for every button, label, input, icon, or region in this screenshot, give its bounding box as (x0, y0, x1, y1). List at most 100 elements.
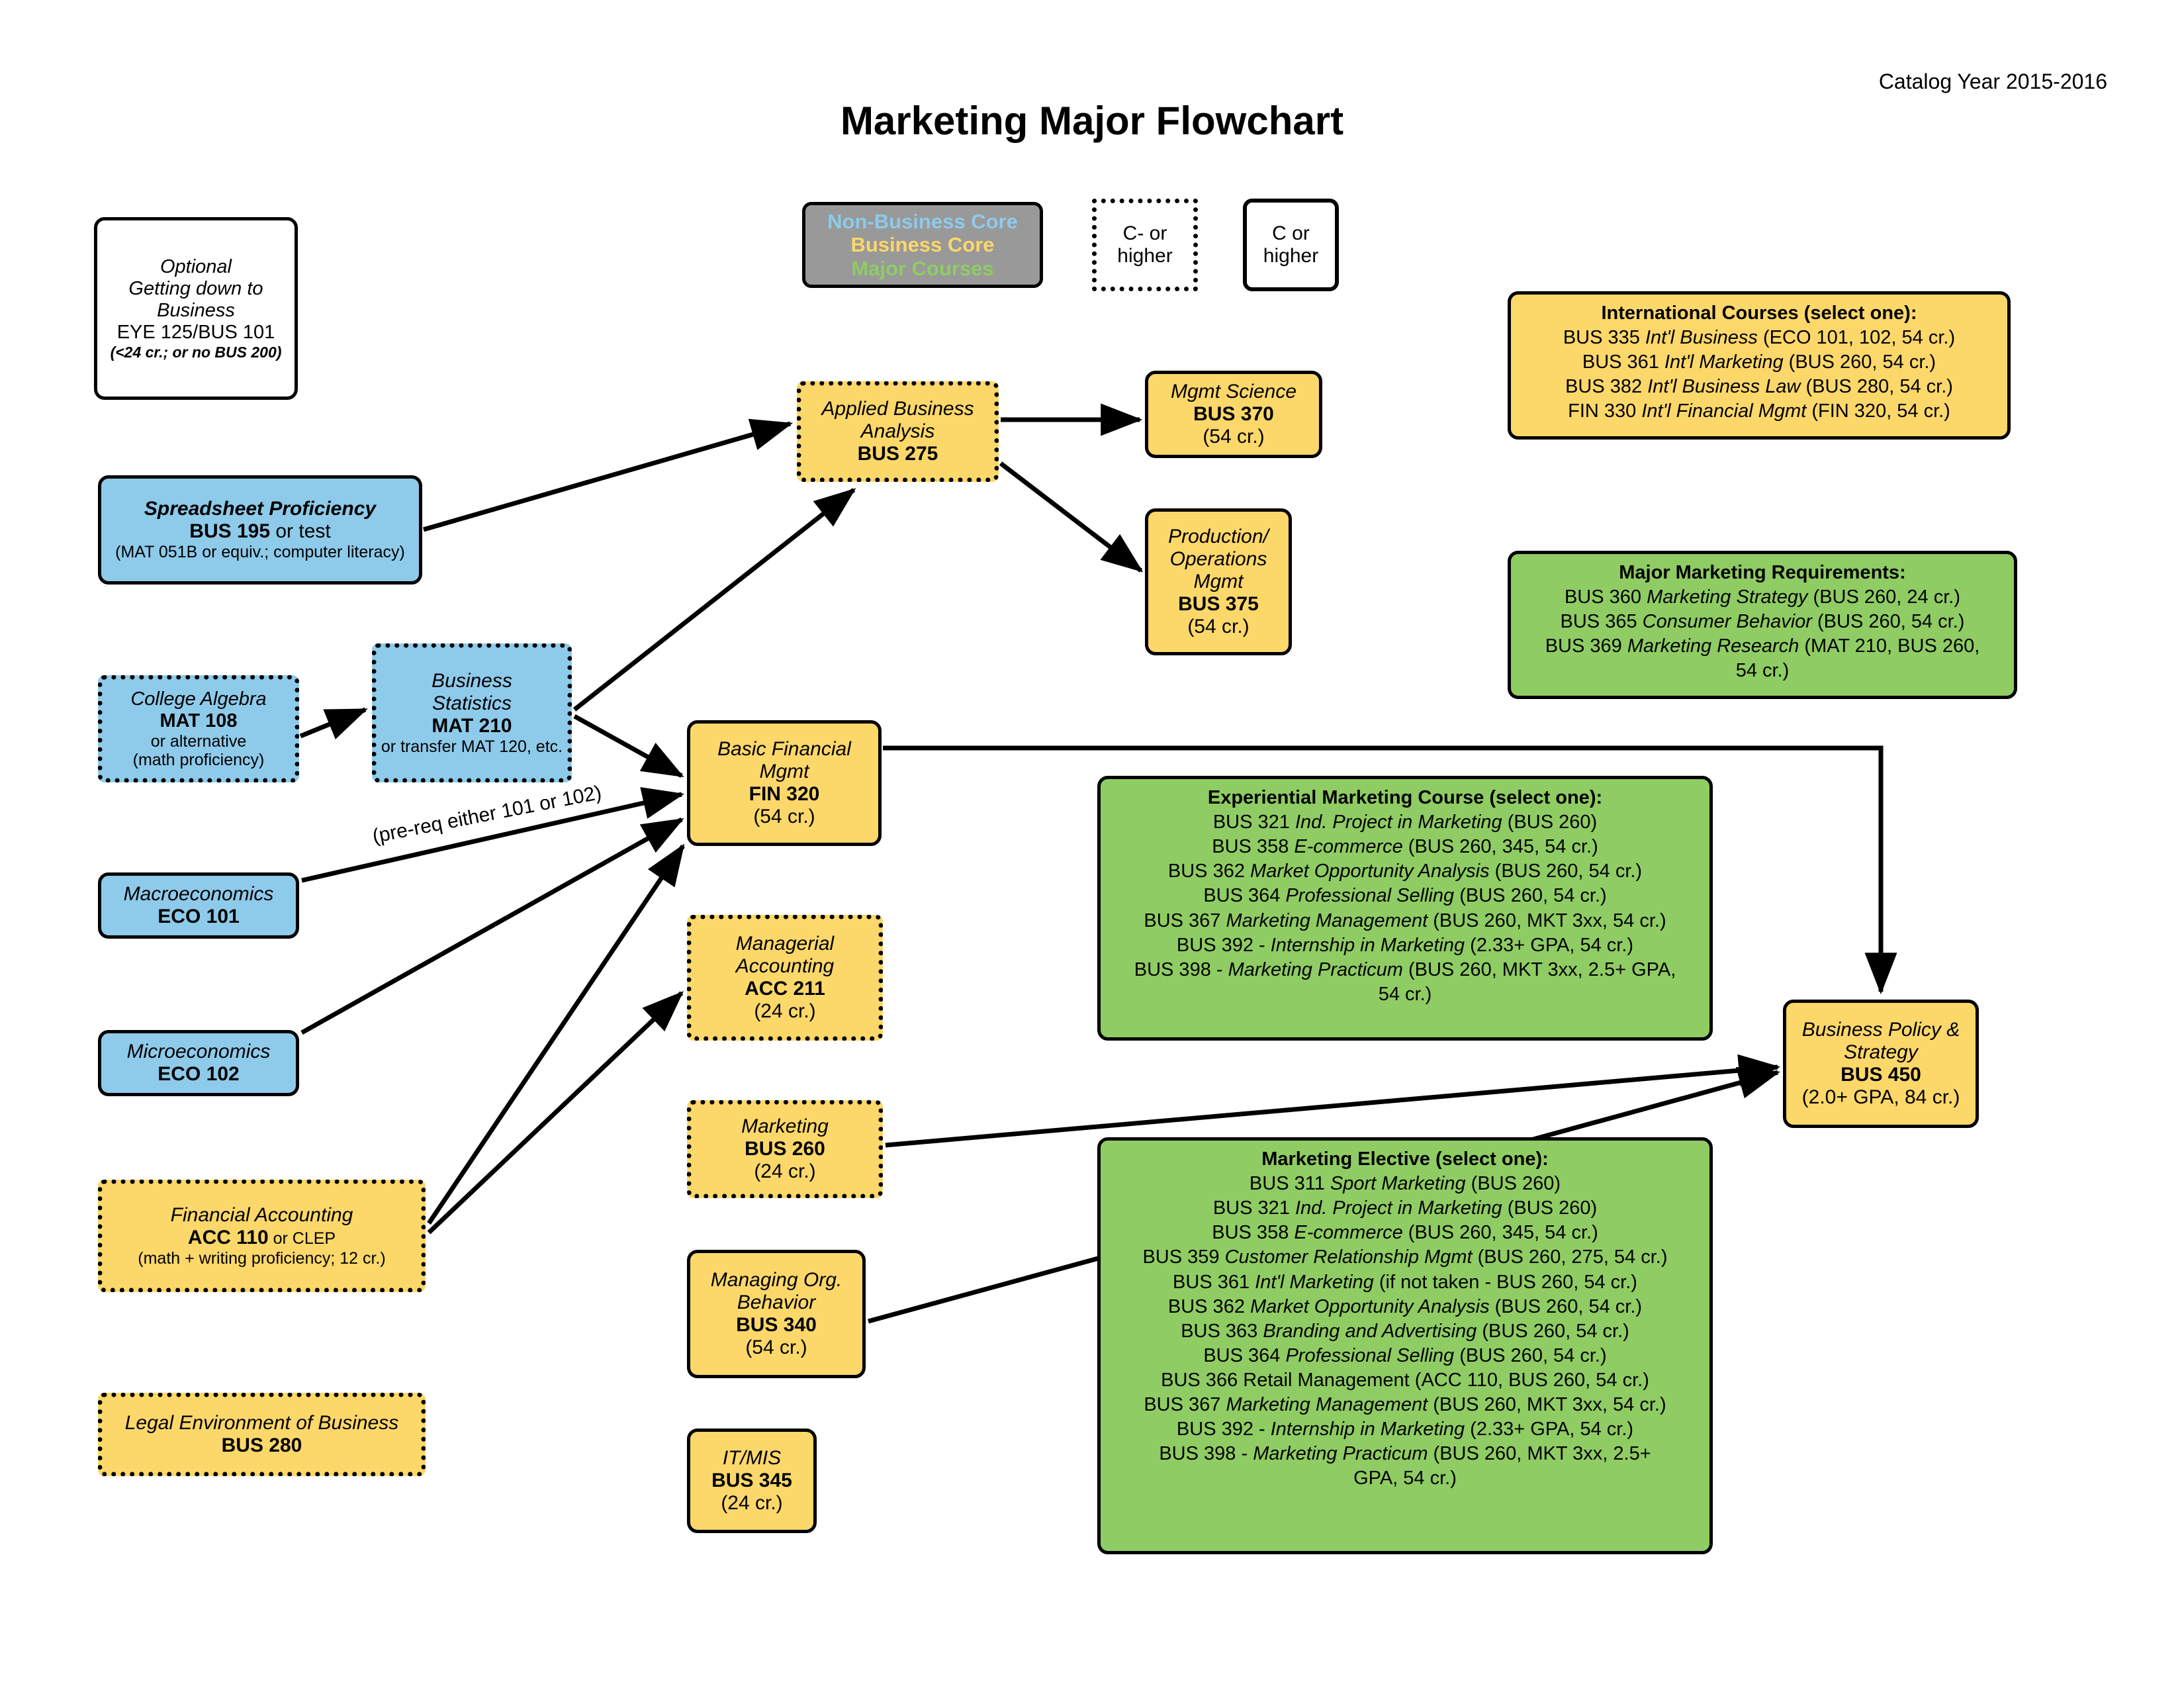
bus370-credits: (54 cr.) (1203, 425, 1265, 447)
bus275-code: BUS 275 (857, 442, 938, 465)
mat108-code: MAT 108 (159, 710, 238, 731)
bus345-code: BUS 345 (711, 1470, 792, 1492)
bus375-code: BUS 375 (1178, 592, 1259, 615)
node-marketing-elective[interactable]: Marketing Elective (select one): BUS 311… (1097, 1137, 1713, 1554)
edge-mat210-to-bus275 (572, 488, 856, 712)
course-row: BUS 392 - Internship in Marketing (2.33+… (1134, 933, 1676, 958)
fin320-title-line2: Mgmt (759, 761, 809, 783)
node-eco101-macroeconomics[interactable]: Macroeconomics ECO 101 (98, 872, 299, 939)
course-name: Sport Marketing (1330, 1173, 1466, 1195)
edge-mat210-to-fin320 (573, 714, 684, 778)
catalog-year-label: Catalog Year 2015-2016 (1878, 70, 2107, 93)
node-mat210-business-statistics[interactable]: Business Statistics MAT 210 or transfer … (372, 643, 572, 782)
course-row: BUS 335 Int'l Business (ECO 101, 102, 54… (1563, 326, 1955, 350)
bus370-code: BUS 370 (1193, 403, 1274, 426)
optional-note: (<24 cr.; or no BUS 200) (110, 343, 282, 361)
course-prereqs: (ACC 110, BUS 260, 54 cr.) (1409, 1369, 1649, 1391)
course-prereqs: (BUS 260, 24 cr.) (1807, 586, 1960, 608)
course-row: BUS 361 Int'l Marketing (BUS 260, 54 cr.… (1563, 350, 1955, 375)
course-name: E-commerce (1294, 1222, 1403, 1244)
course-row: BUS 358 E-commerce (BUS 260, 345, 54 cr.… (1142, 1221, 1667, 1245)
course-code: BUS 365 (1560, 611, 1643, 633)
elective-heading: Marketing Elective (select one): (1261, 1149, 1549, 1170)
course-prereqs: 54 cr.) (1735, 660, 1790, 682)
course-row: BUS 366 Retail Management (ACC 110, BUS … (1142, 1368, 1667, 1393)
bus450-title-line1: Business Policy & (1801, 1019, 1960, 1041)
node-optional-eye125-bus101[interactable]: Optional Getting down to Business EYE 12… (94, 217, 298, 400)
edge-label-prereq-101-or-102: (pre-req either 101 or 102) (371, 781, 604, 848)
optional-line1: Optional (159, 256, 232, 278)
node-bus195-spreadsheet-proficiency[interactable]: Spreadsheet Proficiency BUS 195 or test … (98, 475, 422, 585)
course-row: BUS 363 Branding and Advertising (BUS 26… (1142, 1319, 1667, 1344)
legend-color-key: Non-Business Core Business Core Major Co… (802, 202, 1043, 288)
node-acc110-financial-accounting[interactable]: Financial Accounting ACC 110 or CLEP (ma… (98, 1180, 426, 1292)
course-prereqs: (BUS 260, MKT 3xx, 54 cr.) (1428, 1394, 1666, 1416)
course-prereqs: (BUS 260, 275, 54 cr.) (1472, 1246, 1668, 1268)
experiential-course-list: BUS 321 Ind. Project in Marketing (BUS 2… (1134, 810, 1676, 1007)
course-code: BUS 363 (1181, 1320, 1263, 1342)
course-row: BUS 365 Consumer Behavior (BUS 260, 54 c… (1545, 610, 1980, 634)
bus280-title: Legal Environment of Business (124, 1412, 399, 1434)
legend-c-line1: C or (1272, 222, 1310, 245)
node-bus260-marketing[interactable]: Marketing BUS 260 (24 cr.) (687, 1100, 883, 1198)
bus195-code: BUS 195 (189, 520, 271, 543)
node-bus375-production-operations-mgmt[interactable]: Production/ Operations Mgmt BUS 375 (54 … (1145, 508, 1292, 655)
course-name: Int'l Marketing (1664, 352, 1784, 373)
node-major-marketing-requirements[interactable]: Major Marketing Requirements: BUS 360 Ma… (1508, 551, 2017, 699)
node-eco102-microeconomics[interactable]: Microeconomics ECO 102 (98, 1030, 299, 1096)
eco101-title: Macroeconomics (123, 883, 274, 906)
legend-c-or-higher: C or higher (1243, 199, 1339, 291)
course-row: BUS 361 Int'l Marketing (if not taken - … (1142, 1270, 1667, 1295)
bus280-code: BUS 280 (221, 1434, 302, 1456)
course-prereqs: (ECO 101, 102, 54 cr.) (1757, 327, 1956, 349)
mat210-title-line2: Statistics (432, 692, 512, 714)
optional-line2: Getting down to (128, 278, 263, 300)
node-fin320-basic-financial-mgmt[interactable]: Basic Financial Mgmt FIN 320 (54 cr.) (687, 720, 882, 846)
fin320-credits: (54 cr.) (753, 805, 815, 827)
fin320-title-line1: Basic Financial (717, 738, 851, 761)
legend-c-line2: higher (1263, 245, 1319, 267)
course-code: BUS 392 - (1176, 934, 1271, 956)
course-code: BUS 367 (1144, 910, 1226, 931)
course-code: BUS 362 (1167, 861, 1251, 882)
bus340-credits: (54 cr.) (745, 1336, 807, 1358)
course-row: BUS 398 - Marketing Practicum (BUS 260, … (1142, 1442, 1667, 1466)
course-row: BUS 367 Marketing Management (BUS 260, M… (1142, 1393, 1667, 1417)
node-international-courses[interactable]: International Courses (select one): BUS … (1508, 291, 2011, 440)
page-title: Marketing Major Flowchart (840, 99, 1344, 143)
node-bus370-mgmt-science[interactable]: Mgmt Science BUS 370 (54 cr.) (1145, 371, 1322, 458)
course-row: BUS 362 Market Opportunity Analysis (BUS… (1134, 859, 1676, 884)
node-bus345-it-mis[interactable]: IT/MIS BUS 345 (24 cr.) (687, 1429, 817, 1533)
bus345-credits: (24 cr.) (721, 1491, 783, 1514)
course-code: BUS 358 (1212, 1222, 1295, 1244)
node-bus280-legal-environment[interactable]: Legal Environment of Business BUS 280 (98, 1393, 426, 1476)
course-name: Marketing Research (1627, 635, 1799, 657)
legend-c-minus-line1: C- or (1122, 222, 1167, 245)
node-experiential-marketing-course[interactable]: Experiential Marketing Course (select on… (1097, 776, 1713, 1041)
course-row: BUS 364 Professional Selling (BUS 260, 5… (1142, 1344, 1667, 1368)
bus375-title-line3: Mgmt (1193, 571, 1244, 593)
course-row: BUS 360 Marketing Strategy (BUS 260, 24 … (1545, 585, 1980, 610)
major-requirements-heading: Major Marketing Requirements: (1619, 562, 1906, 583)
course-name: Internship in Marketing (1270, 934, 1465, 956)
flowchart-canvas: Marketing Major Flowchart Catalog Year 2… (0, 0, 2184, 1688)
course-row: GPA, 54 cr.) (1142, 1466, 1667, 1491)
bus370-title: Mgmt Science (1170, 381, 1297, 403)
course-code: BUS 361 (1582, 352, 1664, 373)
international-heading: International Courses (select one): (1601, 303, 1917, 324)
course-prereqs: (BUS 260, MKT 3xx, 54 cr.) (1428, 910, 1666, 931)
course-name: Int'l Business Law (1647, 376, 1801, 398)
node-bus275-applied-business-analysis[interactable]: Applied Business Analysis BUS 275 (797, 381, 999, 482)
node-bus340-managing-org-behavior[interactable]: Managing Org. Behavior BUS 340 (54 cr.) (687, 1250, 866, 1378)
mat108-alt: or alternative (150, 731, 247, 751)
node-bus450-business-policy-strategy[interactable]: Business Policy & Strategy BUS 450 (2.0+… (1783, 1000, 1979, 1128)
bus275-title-line1: Applied Business (821, 398, 974, 420)
node-mat108-college-algebra[interactable]: College Algebra MAT 108 or alternative (… (98, 675, 299, 782)
course-row: BUS 321 Ind. Project in Marketing (BUS 2… (1134, 810, 1676, 835)
bus340-code: BUS 340 (736, 1314, 817, 1336)
node-acc211-managerial-accounting[interactable]: Managerial Accounting ACC 211 (24 cr.) (687, 915, 883, 1041)
course-code: BUS 321 (1212, 812, 1295, 833)
course-row: FIN 330 Int'l Financial Mgmt (FIN 320, 5… (1563, 399, 1955, 424)
acc211-title-line2: Accounting (735, 955, 835, 978)
course-prereqs: (BUS 260, 54 cr.) (1783, 352, 1936, 373)
